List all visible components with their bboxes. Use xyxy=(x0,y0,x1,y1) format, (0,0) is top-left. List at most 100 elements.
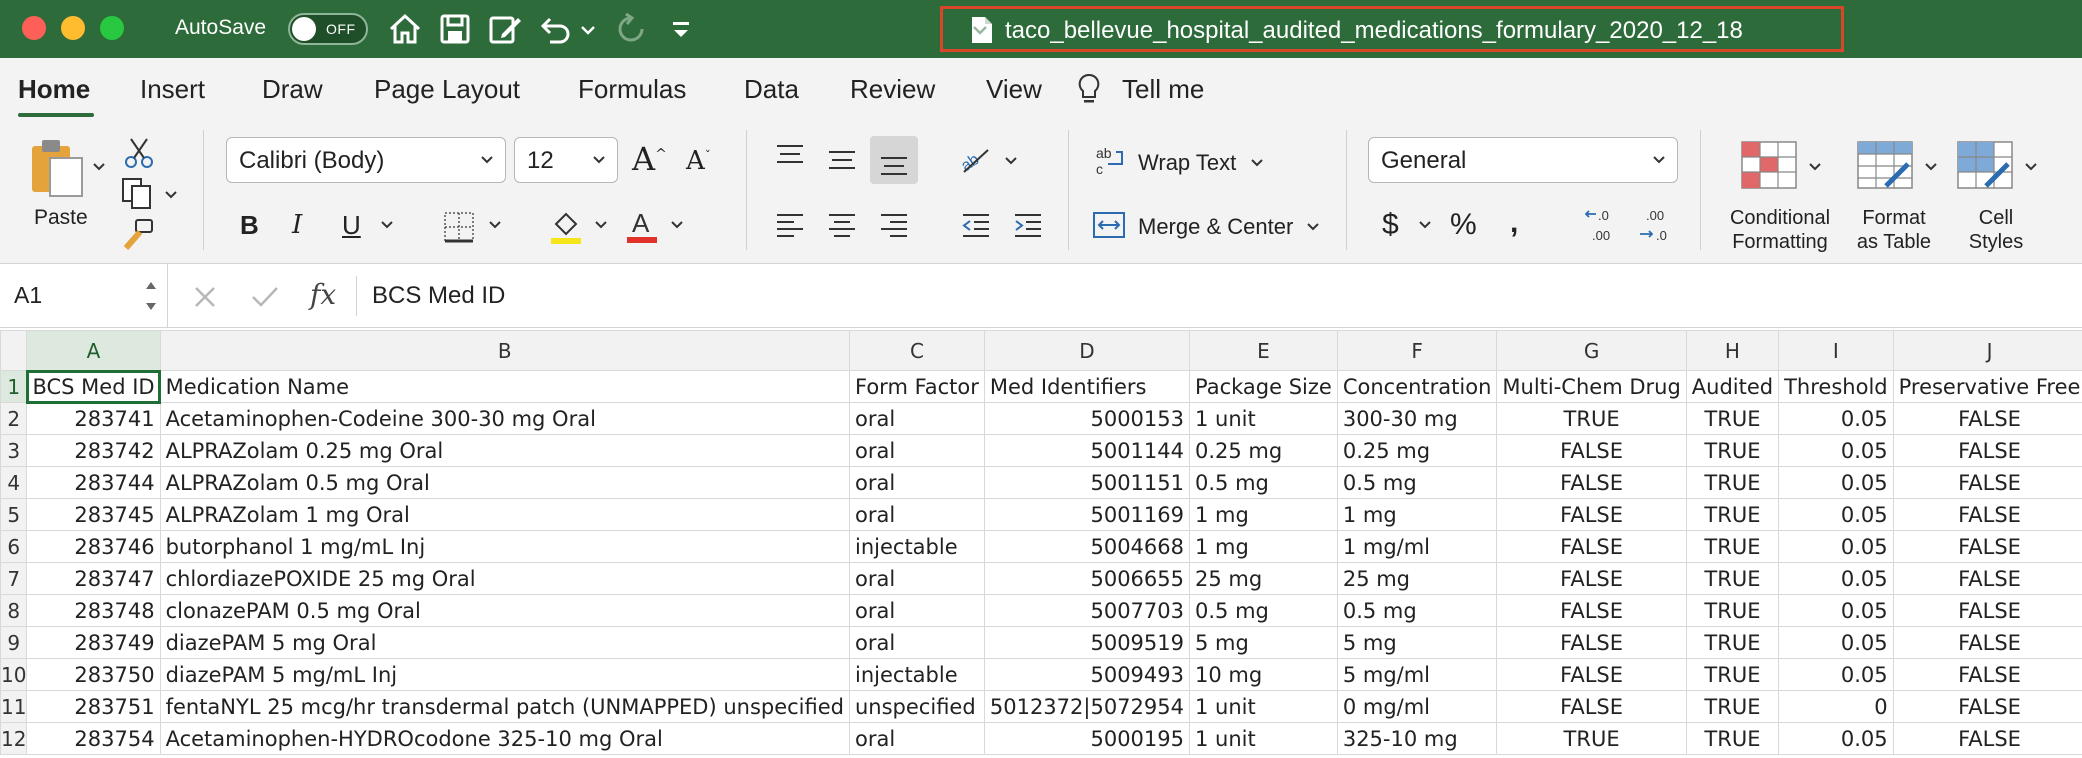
cell-styles-label[interactable]: Cell Styles xyxy=(1944,206,2048,254)
tab-page-layout[interactable]: Page Layout xyxy=(374,74,520,105)
row-header[interactable]: 3 xyxy=(0,434,28,467)
cell[interactable]: 0.05 xyxy=(1778,466,1894,499)
cell[interactable]: TRUE xyxy=(1685,434,1780,467)
format-as-table-icon[interactable] xyxy=(1856,140,1914,190)
italic-icon[interactable]: I xyxy=(292,210,302,240)
tab-review[interactable]: Review xyxy=(850,74,935,105)
cell[interactable]: fentaNYL 25 mcg/hr transdermal patch (UN… xyxy=(159,690,851,723)
cell[interactable]: FALSE xyxy=(1892,562,2082,595)
cell[interactable]: TRUE xyxy=(1685,530,1780,563)
cell[interactable]: 5012372|5072954 xyxy=(983,690,1191,723)
row-header[interactable]: 1 xyxy=(0,370,28,403)
merge-center-label[interactable]: Merge & Center xyxy=(1138,214,1293,240)
decrease-indent-icon[interactable] xyxy=(960,210,992,240)
cell[interactable]: 5000195 xyxy=(983,722,1191,755)
bold-icon[interactable]: B xyxy=(240,210,259,241)
cell[interactable]: oral xyxy=(849,722,985,755)
column-header[interactable]: H xyxy=(1685,330,1780,371)
cell[interactable]: 5004668 xyxy=(983,530,1191,563)
cell[interactable]: 0.5 mg xyxy=(1336,594,1498,627)
cell[interactable]: 1 mg xyxy=(1189,530,1338,563)
cell[interactable]: oral xyxy=(849,498,985,531)
cell-a1[interactable]: BCS Med ID xyxy=(25,369,162,404)
format-as-table-dropdown-icon[interactable] xyxy=(1924,160,1938,174)
cell[interactable]: 0.05 xyxy=(1778,626,1894,659)
merge-center-dropdown-icon[interactable] xyxy=(1306,220,1320,234)
font-size-select[interactable]: 12 xyxy=(514,137,618,183)
column-header[interactable]: G xyxy=(1496,330,1687,371)
cell[interactable]: TRUE xyxy=(1685,466,1780,499)
align-left-icon[interactable] xyxy=(774,210,806,240)
row-header[interactable]: 2 xyxy=(0,402,28,435)
cell[interactable]: clonazePAM 0.5 mg Oral xyxy=(159,594,851,627)
cell[interactable]: FALSE xyxy=(1496,626,1687,659)
comma-style-icon[interactable]: , xyxy=(1510,206,1518,240)
cell[interactable]: 283746 xyxy=(26,530,161,563)
cell[interactable]: FALSE xyxy=(1496,562,1687,595)
cell[interactable]: 0.05 xyxy=(1778,498,1894,531)
number-format-select[interactable]: General xyxy=(1368,137,1678,183)
cell[interactable]: Acetaminophen-Codeine 300-30 mg Oral xyxy=(159,402,851,435)
cell[interactable]: 283747 xyxy=(26,562,161,595)
cell[interactable]: FALSE xyxy=(1892,626,2082,659)
tab-insert[interactable]: Insert xyxy=(140,74,205,105)
redo-icon[interactable] xyxy=(612,10,650,48)
cell[interactable]: oral xyxy=(849,434,985,467)
cell[interactable]: 300-30 mg xyxy=(1336,402,1498,435)
copy-icon[interactable] xyxy=(120,176,154,210)
row-header[interactable]: 9 xyxy=(0,626,28,659)
cell[interactable]: FALSE xyxy=(1496,530,1687,563)
cell[interactable]: Med Identifiers xyxy=(983,370,1191,403)
row-header[interactable]: 12 xyxy=(0,722,28,755)
cell[interactable]: oral xyxy=(849,466,985,499)
cell[interactable]: TRUE xyxy=(1685,562,1780,595)
cell[interactable]: TRUE xyxy=(1685,498,1780,531)
cell[interactable]: TRUE xyxy=(1685,690,1780,723)
cell[interactable]: 0.05 xyxy=(1778,434,1894,467)
tab-draw[interactable]: Draw xyxy=(262,74,323,105)
row-header[interactable]: 4 xyxy=(0,466,28,499)
cut-icon[interactable] xyxy=(122,136,156,170)
conditional-formatting-dropdown-icon[interactable] xyxy=(1808,160,1822,174)
cell[interactable]: FALSE xyxy=(1892,690,2082,723)
increase-decimal-icon[interactable]: .0 .00 xyxy=(1584,206,1624,244)
cell[interactable]: FALSE xyxy=(1892,594,2082,627)
cell[interactable]: FALSE xyxy=(1496,434,1687,467)
tab-home[interactable]: Home xyxy=(18,74,90,105)
cell[interactable]: 10 mg xyxy=(1189,658,1338,691)
cell[interactable]: 5009519 xyxy=(983,626,1191,659)
font-color-icon[interactable]: A xyxy=(624,206,660,244)
cell[interactable]: diazePAM 5 mg Oral xyxy=(159,626,851,659)
cell[interactable]: 283745 xyxy=(26,498,161,531)
row-header[interactable]: 11 xyxy=(0,690,28,723)
row-header[interactable]: 5 xyxy=(0,498,28,531)
column-header[interactable]: F xyxy=(1336,330,1498,371)
name-box-stepper-icon[interactable] xyxy=(143,276,159,316)
row-header[interactable]: 10 xyxy=(0,658,28,691)
cell[interactable]: Multi-Chem Drug xyxy=(1496,370,1687,403)
cell[interactable]: injectable xyxy=(849,658,985,691)
cell[interactable]: Preservative Free xyxy=(1892,370,2082,403)
cell[interactable]: Package Size xyxy=(1189,370,1338,403)
cell[interactable]: 0.25 mg xyxy=(1189,434,1338,467)
borders-icon[interactable] xyxy=(442,210,476,244)
underline-dropdown-icon[interactable] xyxy=(380,218,394,232)
tab-formulas[interactable]: Formulas xyxy=(578,74,686,105)
cell[interactable]: Threshold xyxy=(1778,370,1894,403)
row-header[interactable]: 6 xyxy=(0,530,28,563)
cell[interactable]: 325-10 mg xyxy=(1336,722,1498,755)
cell[interactable]: butorphanol 1 mg/mL Inj xyxy=(159,530,851,563)
cell[interactable]: diazePAM 5 mg/mL Inj xyxy=(159,658,851,691)
cell[interactable]: 5000153 xyxy=(983,402,1191,435)
cell[interactable]: oral xyxy=(849,626,985,659)
formula-input[interactable]: BCS Med ID xyxy=(372,282,505,310)
cell[interactable]: 1 unit xyxy=(1189,402,1338,435)
cell[interactable]: 283749 xyxy=(26,626,161,659)
cell[interactable]: 5001144 xyxy=(983,434,1191,467)
orientation-icon[interactable]: ab xyxy=(958,142,994,176)
cell[interactable]: ALPRAZolam 0.5 mg Oral xyxy=(159,466,851,499)
cell[interactable]: 0.05 xyxy=(1778,402,1894,435)
document-title-box[interactable]: taco_bellevue_hospital_audited_medicatio… xyxy=(940,6,1844,52)
row-header[interactable]: 7 xyxy=(0,562,28,595)
cell[interactable]: TRUE xyxy=(1496,402,1687,435)
